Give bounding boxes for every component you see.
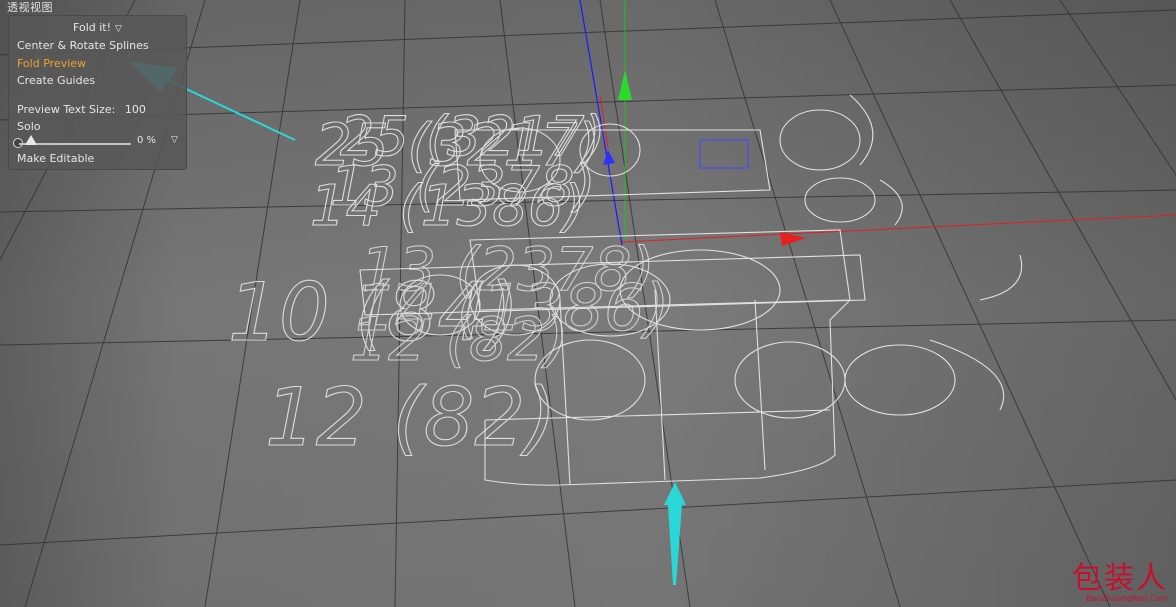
watermark-sub-text: BaoZhuangRen.Com xyxy=(1086,594,1168,603)
panel-title[interactable]: Fold it! ▽ xyxy=(9,21,186,34)
wire-text-overlap-c: 12 (82) xyxy=(350,305,569,375)
chevron-down-icon[interactable]: ▽ xyxy=(171,135,178,145)
watermark-logo: 包装人 BaoZhuangRen.Com xyxy=(1072,561,1168,604)
preview-text-size-input[interactable]: 100 xyxy=(125,103,146,116)
watermark-main-text: 包装人 xyxy=(1072,561,1168,596)
slider-thumb-icon[interactable] xyxy=(25,135,37,145)
solo-slider-value: 0 % xyxy=(137,135,157,146)
wire-text-line-5: 12 (82) xyxy=(265,371,556,464)
preview-text-size-row: Preview Text Size: 100 xyxy=(17,103,146,116)
wire-text-line-3: 13 (2378) xyxy=(330,155,595,218)
preview-text-size-label: Preview Text Size: xyxy=(17,103,116,116)
create-guides-button[interactable]: Create Guides xyxy=(17,74,95,87)
fold-it-panel: Fold it! ▽ Center & Rotate Splines Fold P… xyxy=(8,15,187,170)
solo-label: Solo xyxy=(17,120,41,133)
make-editable-button[interactable]: Make Editable xyxy=(17,152,94,165)
panel-title-text: Fold it! xyxy=(73,21,112,34)
chevron-down-icon[interactable]: ▽ xyxy=(115,24,122,34)
viewport-3d[interactable]: 25 (3217) 25 (3217) 14 (1386) 13 (2378) … xyxy=(0,0,1176,607)
view-label: 透视视图 xyxy=(7,1,53,14)
fold-preview-button[interactable]: Fold Preview xyxy=(17,57,86,70)
center-rotate-splines-button[interactable]: Center & Rotate Splines xyxy=(17,39,149,52)
